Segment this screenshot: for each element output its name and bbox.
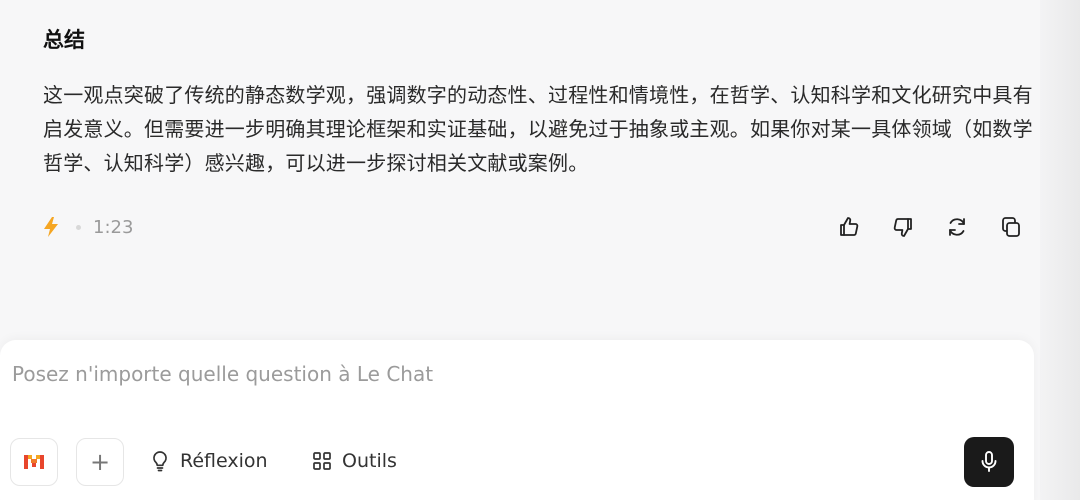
tools-grid-icon <box>313 452 331 470</box>
outils-button[interactable]: Outils <box>312 438 397 484</box>
plus-icon: + <box>89 448 111 476</box>
response-duration: 1:23 <box>93 216 134 238</box>
thumbs-up-icon <box>840 217 859 236</box>
lightning-icon <box>40 216 62 238</box>
chat-input[interactable] <box>12 362 992 386</box>
chat-page: 总结 这一观点突破了传统的静态数学观，强调数字的动态性、过程性和情境性，在哲学、… <box>0 0 1080 500</box>
separator-dot <box>76 224 81 230</box>
thumbs-up-button[interactable] <box>832 210 866 244</box>
le-chat-logo-button[interactable] <box>10 438 58 486</box>
lightbulb-icon <box>153 451 167 472</box>
scrollbar-track[interactable] <box>1040 0 1080 500</box>
chat-composer: + Réflexion Outils <box>0 340 1034 500</box>
mistral-logo-icon <box>24 455 44 469</box>
refresh-icon <box>949 218 965 236</box>
message-actions <box>832 210 1028 244</box>
add-attachment-button[interactable]: + <box>76 438 124 486</box>
section-title: 总结 <box>43 28 85 52</box>
message-body: 这一观点突破了传统的静态数学观，强调数字的动态性、过程性和情境性，在哲学、认知科… <box>43 83 1033 175</box>
reflexion-button[interactable]: Réflexion <box>150 438 268 484</box>
voice-input-button[interactable] <box>964 437 1014 487</box>
thumbs-down-icon <box>893 218 912 237</box>
thumbs-down-button[interactable] <box>886 210 920 244</box>
assistant-message: 总结 这一观点突破了传统的静态数学观，强调数字的动态性、过程性和情境性，在哲学、… <box>43 24 1033 180</box>
copy-icon <box>1002 217 1020 237</box>
outils-label: Outils <box>342 450 397 472</box>
regenerate-button[interactable] <box>940 210 974 244</box>
reflexion-label: Réflexion <box>180 450 268 472</box>
copy-button[interactable] <box>994 210 1028 244</box>
composer-toolbar: + Réflexion Outils <box>10 437 1014 487</box>
message-meta: 1:23 <box>40 211 133 243</box>
microphone-icon <box>981 451 997 472</box>
